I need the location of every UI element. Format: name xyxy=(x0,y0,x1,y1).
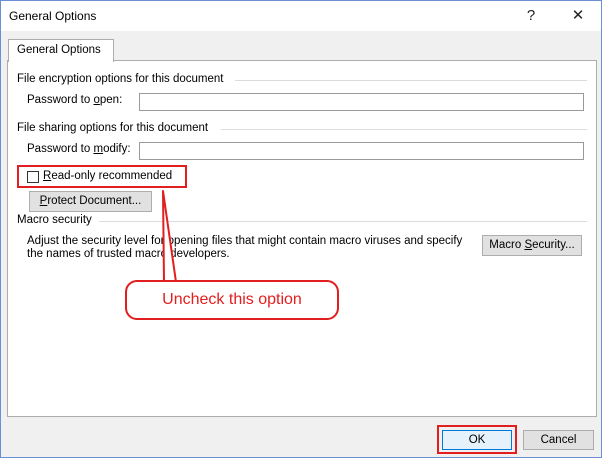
dialog-footer: OK Cancel xyxy=(1,416,601,457)
general-options-dialog: General Options ? ✕ General Options File… xyxy=(0,0,602,458)
tab-label: General Options xyxy=(17,44,101,56)
tab-general-options[interactable]: General Options xyxy=(8,39,114,62)
annotation-callout: Uncheck this option xyxy=(125,280,339,320)
annotation-arrow xyxy=(162,190,177,283)
ok-button[interactable]: OK xyxy=(442,430,512,450)
cancel-button[interactable]: Cancel xyxy=(523,430,594,450)
